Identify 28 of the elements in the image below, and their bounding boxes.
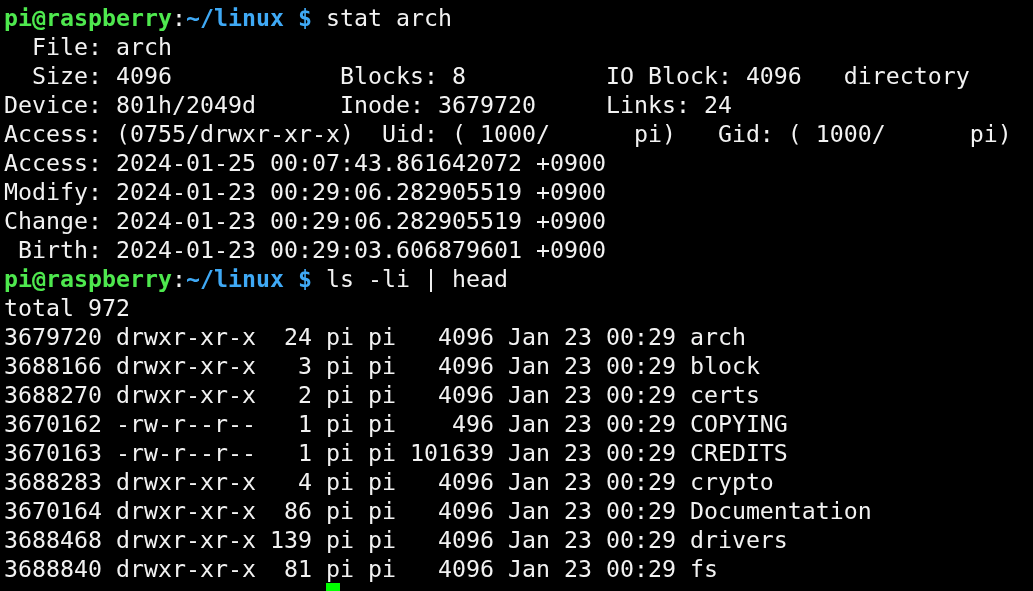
command-text: stat arch	[325, 3, 452, 32]
output-line: 3688283 drwxr-xr-x 4 pi pi 4096 Jan 23 00:29 crypto	[4, 467, 774, 496]
prompt-user-host: pi@raspberry	[4, 3, 172, 32]
output-line: Size: 4096 Blocks: 8 IO Block: 4096 directory	[31, 61, 970, 90]
prompt-symbol: $	[297, 3, 312, 32]
output-line: File: arch	[31, 32, 172, 61]
output-line: 3688468 drwxr-xr-x 139 pi pi 4096 Jan 23 00:29 drivers	[4, 525, 788, 554]
output-line: total 972	[4, 293, 130, 322]
prompt-separator: :	[172, 264, 186, 293]
prompt-path: ~/linux	[186, 3, 284, 32]
output-line: Birth: 2024-01-23 00:29:03.606879601 +0900	[17, 235, 606, 264]
prompt-symbol: $	[297, 264, 312, 293]
command-text: ls -li | head	[325, 264, 508, 293]
output-line: 3688166 drwxr-xr-x 3 pi pi 4096 Jan 23 00:29 block	[4, 351, 760, 380]
output-line: 3670164 drwxr-xr-x 86 pi pi 4096 Jan 23 00:29 Documentation	[4, 496, 872, 525]
output-line: Access: (0755/drwxr-xr-x) Uid: ( 1000/ pi) Gid: ( 1000/ pi)	[4, 119, 1012, 148]
output-line: Change: 2024-01-23 00:29:06.282905519 +0900	[4, 206, 606, 235]
prompt-separator: :	[172, 3, 186, 32]
output-line: Access: 2024-01-25 00:07:43.861642072 +0900	[4, 148, 606, 177]
output-line: 3670162 -rw-r--r-- 1 pi pi 496 Jan 23 00:29 COPYING	[4, 409, 788, 438]
output-line: 3670163 -rw-r--r-- 1 pi pi 101639 Jan 23 00:29 CREDITS	[4, 438, 788, 467]
output-line: 3688270 drwxr-xr-x 2 pi pi 4096 Jan 23 00:29 certs	[4, 380, 760, 409]
prompt-path: ~/linux	[186, 264, 284, 293]
output-line: 3688840 drwxr-xr-x 81 pi pi 4096 Jan 23 00:29 fs	[4, 554, 718, 583]
output-line: Device: 801h/2049d Inode: 3679720 Links: 24	[4, 90, 732, 119]
prompt-user-host: pi@raspberry	[4, 264, 172, 293]
output-line: Modify: 2024-01-23 00:29:06.282905519 +0900	[4, 177, 606, 206]
output-line: 3679720 drwxr-xr-x 24 pi pi 4096 Jan 23 00:29 arch	[4, 322, 746, 351]
